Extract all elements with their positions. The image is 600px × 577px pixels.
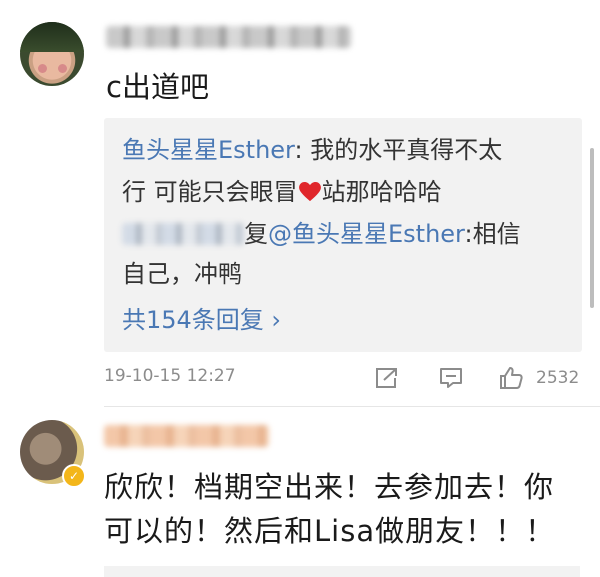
blurred-username[interactable]: [106, 26, 351, 48]
timestamp: 19-10-15 12:27: [104, 366, 236, 386]
reply-box[interactable]: 鱼头星星Esther: 我的水平真得不太 行 可能只会眼冒 站那哈哈哈 复@鱼头星…: [104, 118, 582, 352]
blurred-username[interactable]: [122, 223, 244, 245]
comment-text: 可以的！然后和Lisa做朋友！！！: [104, 514, 556, 548]
reply-text: 我的水平真得不太: [302, 136, 503, 164]
like-icon[interactable]: [498, 366, 524, 390]
more-replies-link[interactable]: 共154条回复 ›: [122, 300, 281, 335]
reply-prefix: 复: [244, 220, 268, 248]
comment-icon[interactable]: [438, 366, 464, 390]
divider: [104, 406, 600, 407]
like-count: 2532: [536, 368, 580, 388]
reply-author-link[interactable]: 鱼头星星Esther: [122, 136, 295, 164]
reply-text: :相信: [464, 220, 521, 248]
avatar-cheek: [38, 64, 47, 73]
reply-line: 鱼头星星Esther: 我的水平真得不太: [122, 130, 502, 165]
blurred-username[interactable]: [104, 425, 269, 447]
reply-sep: :: [294, 136, 303, 164]
scrollbar[interactable]: [590, 148, 594, 308]
reply-text: 行 可能只会眼冒: [122, 178, 298, 206]
reply-line: 复@鱼头星星Esther:相信: [122, 214, 521, 249]
avatar-hat: [20, 22, 84, 52]
reply-line: 行 可能只会眼冒 站那哈哈哈: [122, 172, 442, 207]
avatar[interactable]: [20, 22, 84, 86]
share-icon[interactable]: [374, 366, 400, 390]
verified-badge-icon: ✓: [62, 464, 86, 488]
avatar-cheek: [58, 64, 67, 73]
reply-text: 站那哈哈哈: [321, 178, 442, 206]
comment-text: 欣欣！档期空出来！去参加去！你: [104, 470, 555, 504]
reply-box[interactable]: [104, 566, 580, 577]
comment-text: c出道吧: [106, 70, 209, 104]
reply-line: 自己，冲鸭: [122, 260, 242, 288]
mention-link[interactable]: @鱼头星星Esther: [268, 220, 465, 248]
heart-icon: [298, 182, 321, 202]
